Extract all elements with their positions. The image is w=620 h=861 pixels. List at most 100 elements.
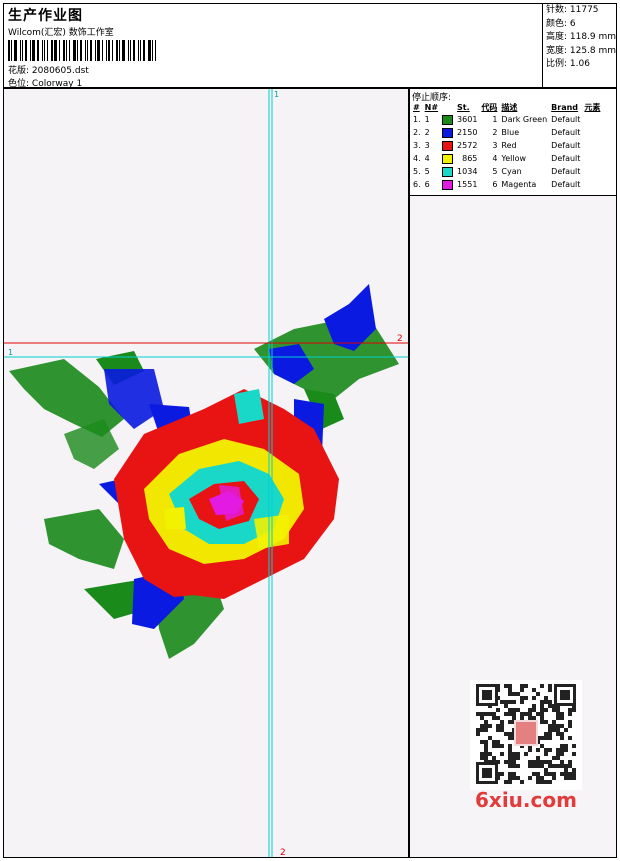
qr-module xyxy=(560,736,564,740)
qr-code-graphic xyxy=(476,684,576,784)
header-n: N# xyxy=(424,102,439,112)
qr-module xyxy=(492,756,496,760)
qr-module xyxy=(500,772,504,776)
watermark-logo: 6xiu.com xyxy=(475,788,577,812)
qr-module xyxy=(544,780,548,784)
header-swatch xyxy=(440,101,455,113)
qr-module xyxy=(480,724,484,728)
barcode-bar xyxy=(119,40,120,61)
qr-module xyxy=(564,768,568,772)
barcode-bar xyxy=(47,40,48,61)
row-stitches: 865 xyxy=(462,154,478,163)
qr-module xyxy=(508,712,512,716)
table-row: 3. 3 2572 3 Red Default xyxy=(411,139,602,152)
qr-module xyxy=(520,712,524,716)
qr-module xyxy=(496,724,500,728)
qr-module xyxy=(548,700,552,704)
barcode-bar xyxy=(22,40,23,61)
qr-module xyxy=(564,748,568,752)
qr-module xyxy=(484,724,488,728)
qr-module xyxy=(484,740,488,744)
table-row: 2. 2 2150 2 Blue Default xyxy=(411,126,602,139)
barcode-bar xyxy=(128,40,129,61)
color-swatch xyxy=(442,140,454,151)
qr-module xyxy=(528,748,532,752)
row-swatch xyxy=(440,178,455,191)
row-swatch xyxy=(440,165,455,178)
qr-module xyxy=(512,760,516,764)
qr-module xyxy=(560,744,564,748)
qr-module xyxy=(560,748,564,752)
qr-module xyxy=(476,728,480,732)
qr-module xyxy=(548,732,552,736)
design-value: 2080605.dst xyxy=(31,66,89,76)
qr-module xyxy=(528,712,532,716)
qr-module xyxy=(496,716,500,720)
qr-module xyxy=(544,760,548,764)
qr-module xyxy=(540,780,544,784)
qr-module xyxy=(504,760,508,764)
qr-module xyxy=(492,740,496,744)
qr-module xyxy=(500,700,504,704)
row-code: 4 xyxy=(492,154,498,163)
row-code: 3 xyxy=(492,141,498,150)
barcode-bar xyxy=(155,40,156,61)
qr-module xyxy=(496,708,500,712)
row-element xyxy=(582,152,602,165)
table-row: 5. 5 1034 5 Cyan Default xyxy=(411,165,602,178)
qr-module xyxy=(508,748,512,752)
barcode-bar xyxy=(85,40,86,61)
qr-module xyxy=(528,776,532,780)
qr-module xyxy=(504,704,508,708)
stat-height: 高度: 118.9 mm xyxy=(546,32,617,42)
qr-module xyxy=(508,764,512,768)
qr-module xyxy=(500,744,504,748)
qr-module xyxy=(552,708,556,712)
qr-module xyxy=(512,708,516,712)
qr-module xyxy=(536,756,540,760)
row-code: 5 xyxy=(492,167,498,176)
qr-module xyxy=(564,744,568,748)
qr-module xyxy=(544,772,548,776)
barcode-bar xyxy=(54,40,57,61)
qr-module xyxy=(516,692,520,696)
qr-module xyxy=(552,764,556,768)
header: 生产作业图 Wilcom(汇宏) 数饰工作室 花版: 2080605.dst 色… xyxy=(3,3,617,89)
barcode-bar xyxy=(8,40,10,61)
qr-module xyxy=(488,752,492,756)
header-desc: 描述 xyxy=(501,102,518,112)
qr-module xyxy=(520,696,524,700)
qr-module xyxy=(572,772,576,776)
row-element xyxy=(582,178,602,191)
barcode-bar xyxy=(73,40,76,61)
table-header-row: # N# St. 代码 描述 Brand 元素 xyxy=(411,101,602,113)
qr-module xyxy=(500,720,504,724)
row-swatch xyxy=(440,113,455,126)
qr-module xyxy=(488,736,492,740)
barcode-bar xyxy=(42,40,43,61)
table-row: 1. 1 3601 1 Dark Green Default xyxy=(411,113,602,126)
qr-module xyxy=(520,688,524,692)
qr-module xyxy=(548,780,552,784)
barcode-bar xyxy=(116,40,118,61)
qr-module xyxy=(520,780,524,784)
qr-module xyxy=(504,700,508,704)
qr-module xyxy=(480,752,484,756)
qr-module xyxy=(552,724,556,728)
qr-module xyxy=(524,696,528,700)
barcode-bar xyxy=(122,40,125,61)
color-table: # N# St. 代码 描述 Brand 元素 1. 1 3601 1 Dark Gre… xyxy=(411,101,602,191)
qr-module xyxy=(536,692,540,696)
barcode-bar xyxy=(112,40,113,61)
qr-module xyxy=(508,780,512,784)
qr-module xyxy=(500,728,504,732)
qr-module xyxy=(508,772,512,776)
qr-module xyxy=(536,748,540,752)
qr-module xyxy=(508,720,512,724)
qr-module xyxy=(568,776,572,780)
qr-module xyxy=(520,684,524,688)
qr-module xyxy=(532,696,536,700)
row-description: Magenta xyxy=(501,180,537,189)
qr-finder xyxy=(482,690,492,700)
row-element xyxy=(582,113,602,126)
